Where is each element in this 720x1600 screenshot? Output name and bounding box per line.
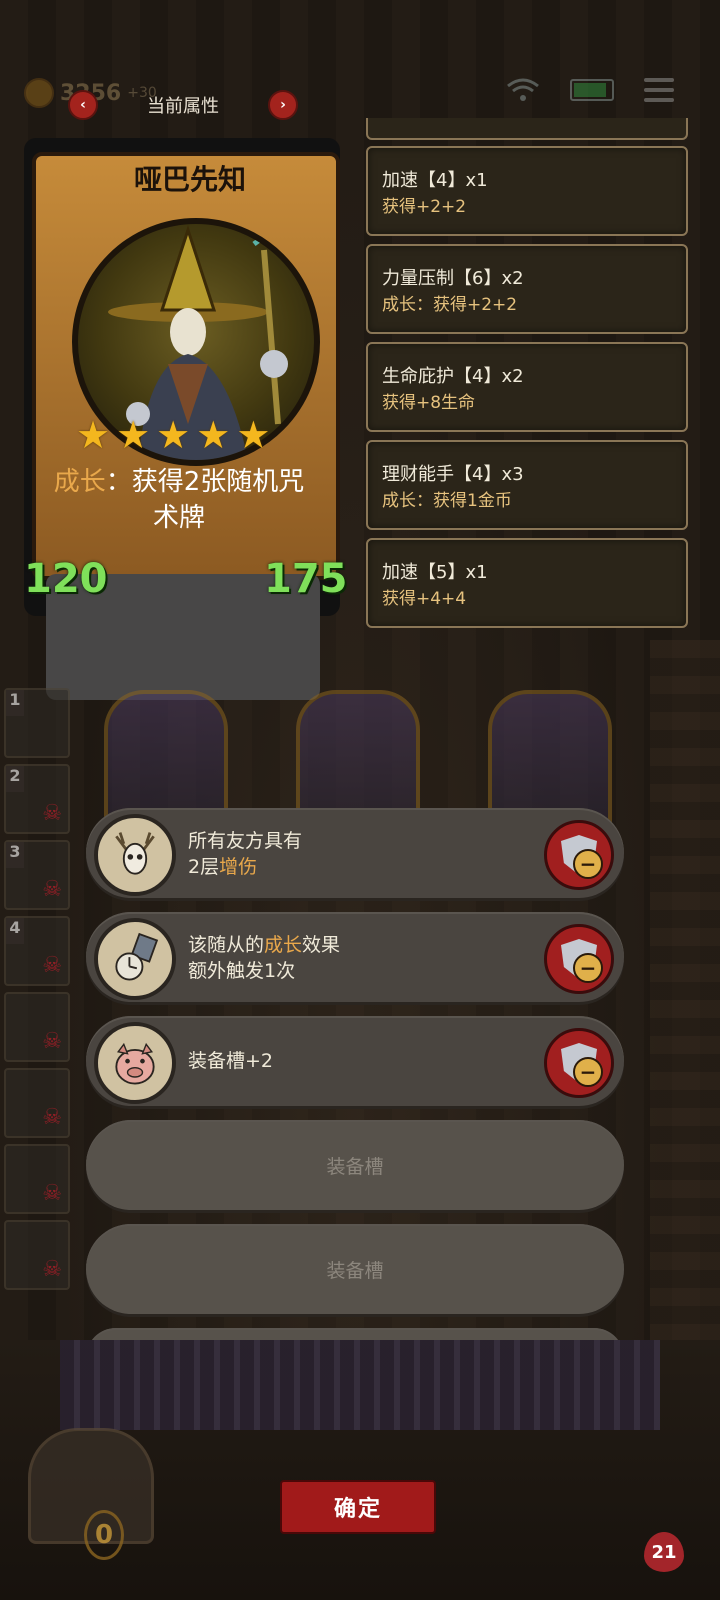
team-slot-number: 2 xyxy=(6,766,24,792)
team-slot[interactable]: 1 xyxy=(4,688,70,758)
hero-description: 成长：获得2张随机咒术牌 xyxy=(48,464,310,536)
skull-icon: ☠ xyxy=(42,953,62,978)
team-slot[interactable]: 4 ☠ xyxy=(4,916,70,986)
equipment-desc: 该随从的成长效果 额外触发1次 xyxy=(188,932,340,984)
bookshelf-decoration xyxy=(650,640,720,1340)
system-icons xyxy=(506,78,674,102)
buff-item: 生命庇护【4】x2 获得+8生命 xyxy=(366,342,688,432)
star-icon: ★ xyxy=(196,413,231,457)
coin-icon xyxy=(24,78,54,108)
skull-icon: ☠ xyxy=(42,801,62,826)
buff-title: 生命庇护【4】x2 xyxy=(382,366,524,387)
team-slot[interactable]: 2 ☠ xyxy=(4,764,70,834)
hero-stars: ★ ★ ★ ★ ★ xyxy=(76,416,270,454)
buff-title: 理财能手【4】x3 xyxy=(382,464,524,485)
buff-list-top-edge xyxy=(366,118,688,140)
pig-icon xyxy=(94,1022,176,1104)
star-icon: ★ xyxy=(156,413,191,457)
equipment-line1: 该随从的成长效果 xyxy=(188,934,341,956)
team-slot[interactable]: ☠ xyxy=(4,992,70,1062)
star-icon: ★ xyxy=(236,413,271,457)
pocket-watch-icon xyxy=(94,918,176,1000)
minus-icon: − xyxy=(573,953,603,983)
minus-icon: − xyxy=(573,1057,603,1087)
team-slot[interactable]: ☠ xyxy=(4,1144,70,1214)
next-arrow-button[interactable]: › xyxy=(268,90,298,120)
buff-title: 加速【4】x1 xyxy=(382,170,488,191)
hero-health: 175 xyxy=(264,556,348,602)
page-title: 当前属性 xyxy=(147,96,219,117)
buff-item: 力量压制【6】x2 成长：获得+2+2 xyxy=(366,244,688,334)
skull-icon: ☠ xyxy=(42,1257,62,1282)
prev-arrow-button[interactable]: ‹ xyxy=(68,90,98,120)
team-slot[interactable]: 3 ☠ xyxy=(4,840,70,910)
star-icon: ★ xyxy=(76,413,111,457)
cage-bars-decoration xyxy=(60,1340,660,1430)
buff-effect: 获得+2+2 xyxy=(382,197,467,217)
equipment-desc: 装备槽+2 xyxy=(188,1048,273,1074)
battery-icon xyxy=(570,79,614,101)
equipment-slot-1[interactable]: 所有友方具有 2层增伤 − xyxy=(86,808,624,898)
minus-icon: − xyxy=(573,849,603,879)
remove-equipment-button[interactable]: − xyxy=(544,924,614,994)
buff-item: 加速【5】x1 获得+4+4 xyxy=(366,538,688,628)
equipment-line1: 装备槽+2 xyxy=(188,1050,274,1072)
hero-desc-keyword: 成长 xyxy=(53,467,106,497)
skull-icon: ☠ xyxy=(42,1181,62,1206)
hero-card: 哑巴先知 xyxy=(24,138,340,700)
team-slot[interactable]: ☠ xyxy=(4,1220,70,1290)
buff-effect: 成长：获得+2+2 xyxy=(382,295,518,315)
hp-badge: 21 xyxy=(644,1532,684,1572)
hero-name: 哑巴先知 xyxy=(133,163,246,196)
skull-icon: ☠ xyxy=(42,1105,62,1130)
team-slot[interactable]: ☠ xyxy=(4,1068,70,1138)
hero-attack: 120 xyxy=(24,556,108,602)
buff-item: 加速【4】x1 获得+2+2 xyxy=(366,146,688,236)
team-slot-number: 4 xyxy=(6,918,24,944)
remove-equipment-button[interactable]: − xyxy=(544,1028,614,1098)
buff-item: 理财能手【4】x3 成长：获得1金币 xyxy=(366,440,688,530)
equipment-line2: 2层增伤 xyxy=(188,856,258,878)
skull-icon: ☠ xyxy=(42,877,62,902)
skull-icon: ☠ xyxy=(42,1029,62,1054)
empty-equipment-slot[interactable]: 装备槽 xyxy=(86,1120,624,1210)
deer-skull-icon xyxy=(94,814,176,896)
buff-effect: 获得+4+4 xyxy=(382,589,467,609)
hero-desc-text: ：获得2张随机咒术牌 xyxy=(105,467,305,533)
empty-equipment-slot[interactable]: 装备槽 xyxy=(86,1224,624,1314)
top-bar: 3256 +30 ‹ 当前属性 › xyxy=(0,0,720,120)
buff-title: 力量压制【6】x2 xyxy=(382,268,524,289)
empty-slot-label: 装备槽 xyxy=(326,1259,384,1282)
team-slot-number: 3 xyxy=(6,842,24,868)
empty-slot-label: 装备槽 xyxy=(326,1155,384,1178)
team-slot-number: 1 xyxy=(6,690,24,716)
equipment-line2: 额外触发1次 xyxy=(188,960,296,982)
buff-effect: 获得+8生命 xyxy=(382,393,476,413)
remove-equipment-button[interactable]: − xyxy=(544,820,614,890)
chest-count: 0 xyxy=(84,1510,124,1560)
star-icon: ★ xyxy=(116,413,151,457)
menu-icon[interactable] xyxy=(644,78,674,102)
equipment-line1: 所有友方具有 xyxy=(188,830,303,852)
buff-title: 加速【5】x1 xyxy=(382,562,488,583)
wifi-icon xyxy=(507,78,539,101)
equipment-desc: 所有友方具有 2层增伤 xyxy=(188,828,302,880)
confirm-button[interactable]: 确定 xyxy=(280,1480,436,1534)
equipment-slot-3[interactable]: 装备槽+2 − xyxy=(86,1016,624,1106)
buff-effect: 成长：获得1金币 xyxy=(382,491,512,511)
equipment-slot-2[interactable]: 该随从的成长效果 额外触发1次 − xyxy=(86,912,624,1002)
